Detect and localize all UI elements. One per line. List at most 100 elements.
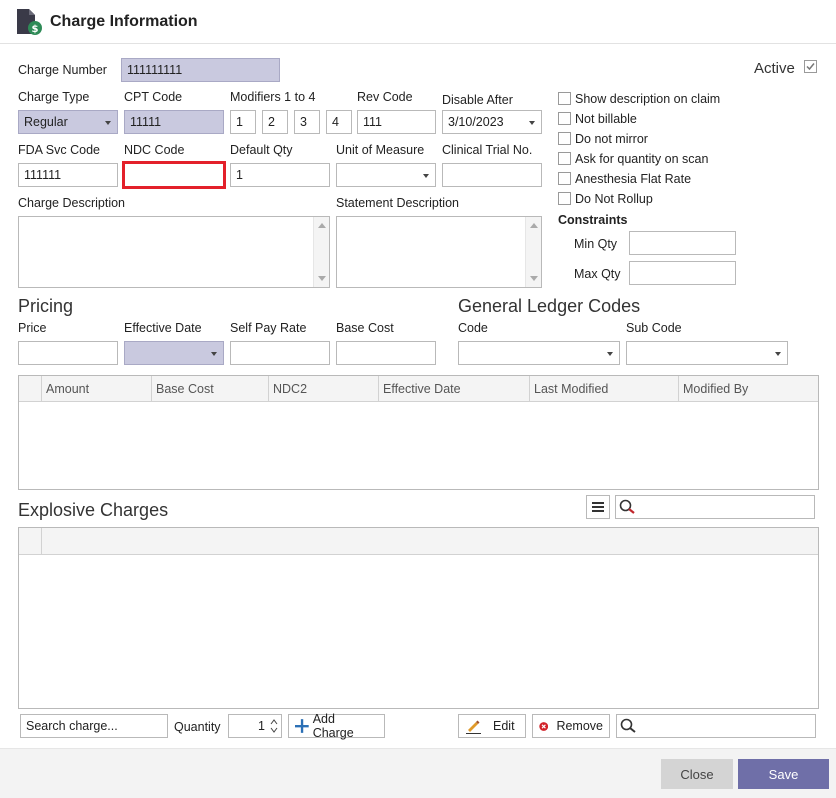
remove-button[interactable]: Remove (532, 714, 610, 738)
window-title: Charge Information (50, 13, 198, 30)
clinical-trial-field[interactable] (442, 163, 542, 187)
chevron-down-icon (529, 121, 535, 125)
disable-after-label: Disable After (442, 93, 513, 107)
do-not-mirror-checkbox[interactable] (558, 132, 571, 145)
do-not-rollup-checkbox[interactable] (558, 192, 571, 205)
column-header-ndc2[interactable]: NDC2 (268, 376, 378, 402)
column-header-modified-by[interactable]: Modified By (678, 376, 818, 402)
gl-codes-title: General Ledger Codes (458, 296, 641, 316)
self-pay-rate-field[interactable] (230, 341, 330, 365)
constraints-title: Constraints (558, 213, 628, 227)
menu-icon (592, 502, 604, 512)
unit-of-measure-label: Unit of Measure (336, 143, 425, 157)
min-qty-field[interactable] (629, 231, 736, 255)
charge-number-field[interactable]: 111111111 (121, 58, 280, 82)
quantity-label: Quantity (174, 720, 221, 734)
edit-button[interactable]: Edit (458, 714, 526, 738)
scrollbar[interactable] (525, 217, 541, 287)
charge-type-value: Regular (24, 115, 68, 129)
bottom-search-input[interactable] (616, 714, 816, 738)
default-qty-field[interactable]: 1 (230, 163, 330, 187)
anesthesia-flat-rate-label: Anesthesia Flat Rate (575, 172, 692, 186)
self-pay-rate-label: Self Pay Rate (230, 321, 307, 335)
clinical-trial-label: Clinical Trial No. (442, 143, 533, 157)
charge-description-textarea[interactable] (18, 216, 330, 288)
statement-description-textarea[interactable] (336, 216, 542, 288)
active-checkbox[interactable] (804, 60, 817, 73)
charge-type-select[interactable]: Regular (18, 110, 118, 134)
chevron-down-icon (607, 352, 613, 356)
disable-after-value: 3/10/2023 (448, 115, 504, 129)
scroll-down-icon (318, 276, 326, 281)
price-label: Price (18, 321, 47, 335)
modifier-3-field[interactable]: 3 (294, 110, 320, 134)
min-qty-label: Min Qty (574, 237, 618, 251)
explosive-charges-grid[interactable] (18, 527, 819, 709)
save-button[interactable]: Save (738, 759, 829, 789)
column-header-effective-date[interactable]: Effective Date (378, 376, 529, 402)
modifier-1-field[interactable]: 1 (230, 110, 256, 134)
stepper-arrows-icon[interactable] (270, 718, 278, 734)
chevron-down-icon (105, 121, 111, 125)
grid-header (19, 528, 818, 555)
rev-code-label: Rev Code (357, 90, 413, 104)
explosive-search-input[interactable] (615, 495, 815, 519)
quantity-stepper[interactable]: 1 (228, 714, 282, 738)
add-charge-button[interactable]: Add Charge (288, 712, 385, 740)
charge-number-label: Charge Number (18, 63, 107, 77)
remove-label: Remove (556, 719, 603, 733)
unit-of-measure-select[interactable] (336, 163, 436, 187)
search-charge-input[interactable]: Search charge... (20, 714, 168, 738)
price-field[interactable] (18, 341, 118, 365)
fda-svc-code-field[interactable]: 111111 (18, 163, 118, 187)
explosive-charges-title: Explosive Charges (18, 500, 169, 520)
max-qty-label: Max Qty (574, 267, 621, 281)
chevron-down-icon (775, 352, 781, 356)
cpt-code-field[interactable]: 11111 (124, 110, 224, 134)
chevron-down-icon (423, 174, 429, 178)
price-history-grid[interactable]: Amount Base Cost NDC2 Effective Date Las… (18, 375, 819, 490)
modifier-2-field[interactable]: 2 (262, 110, 288, 134)
column-header[interactable] (41, 528, 818, 555)
not-billable-checkbox[interactable] (558, 112, 571, 125)
do-not-rollup-label: Do Not Rollup (575, 192, 653, 206)
disable-after-select[interactable]: 3/10/2023 (442, 110, 542, 134)
chevron-down-icon (211, 352, 217, 356)
gl-sub-code-select[interactable] (626, 341, 788, 365)
charge-description-label: Charge Description (18, 196, 125, 210)
statement-description-label: Statement Description (336, 196, 459, 210)
scrollbar[interactable] (313, 217, 329, 287)
active-label: Active (754, 60, 795, 77)
base-cost-label: Base Cost (336, 321, 394, 335)
pencil-icon (466, 720, 481, 734)
grid-header: Amount Base Cost NDC2 Effective Date Las… (19, 376, 818, 402)
ndc-code-label: NDC Code (124, 143, 185, 157)
ndc-code-field[interactable] (122, 161, 226, 189)
effective-date-label: Effective Date (124, 321, 202, 335)
modifiers-label: Modifiers 1 to 4 (230, 90, 316, 104)
modifier-4-field[interactable]: 4 (326, 110, 352, 134)
rev-code-field[interactable]: 111 (357, 110, 436, 134)
gl-code-select[interactable] (458, 341, 620, 365)
pricing-title: Pricing (18, 296, 74, 316)
max-qty-field[interactable] (629, 261, 736, 285)
charge-type-label: Charge Type (18, 90, 90, 104)
scroll-down-icon (530, 276, 538, 281)
column-header-base-cost[interactable]: Base Cost (151, 376, 268, 402)
show-description-checkbox[interactable] (558, 92, 571, 105)
title-bar: $ Charge Information (0, 0, 836, 44)
search-icon (620, 718, 636, 733)
quantity-value: 1 (258, 719, 265, 733)
not-billable-label: Not billable (575, 112, 637, 126)
cpt-code-label: CPT Code (124, 90, 183, 104)
close-button[interactable]: Close (661, 759, 733, 789)
ask-quantity-checkbox[interactable] (558, 152, 571, 165)
effective-date-select[interactable] (124, 341, 224, 365)
remove-circle-icon (539, 721, 549, 731)
column-header-last-modified[interactable]: Last Modified (529, 376, 678, 402)
base-cost-field[interactable] (336, 341, 436, 365)
menu-button[interactable] (586, 495, 610, 519)
ask-quantity-label: Ask for quantity on scan (575, 152, 709, 166)
column-header-amount[interactable]: Amount (41, 376, 151, 402)
anesthesia-flat-rate-checkbox[interactable] (558, 172, 571, 185)
